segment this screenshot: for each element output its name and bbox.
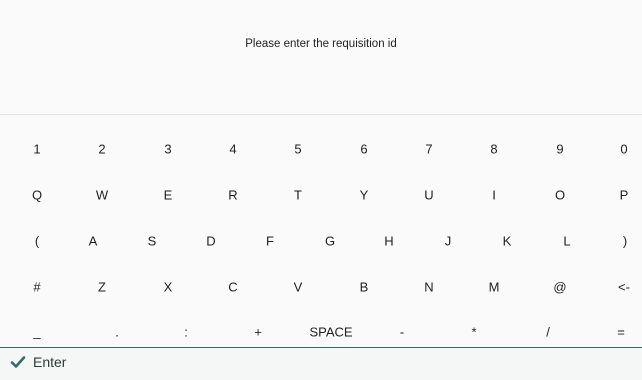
key-s[interactable]: S xyxy=(140,229,165,254)
key-at[interactable]: @ xyxy=(545,275,574,300)
key-2[interactable]: 2 xyxy=(90,137,113,162)
key-e[interactable]: E xyxy=(156,183,181,208)
key-q[interactable]: Q xyxy=(24,183,50,208)
key-x[interactable]: X xyxy=(156,275,181,300)
enter-button[interactable]: Enter xyxy=(10,354,66,370)
key-colon[interactable]: : xyxy=(176,320,196,345)
key-hash[interactable]: # xyxy=(25,275,48,300)
key-w[interactable]: W xyxy=(88,183,116,208)
key-h[interactable]: H xyxy=(376,229,401,254)
key-underscore[interactable]: _ xyxy=(25,320,48,345)
key-close-paren[interactable]: ) xyxy=(615,229,635,254)
key-u[interactable]: U xyxy=(416,183,441,208)
key-backspace[interactable]: <- xyxy=(610,275,638,300)
key-i[interactable]: I xyxy=(484,183,504,208)
key-r[interactable]: R xyxy=(220,183,245,208)
check-icon xyxy=(10,354,26,370)
prompt-text: Please enter the requisition id xyxy=(245,38,397,50)
key-j[interactable]: J xyxy=(437,229,460,254)
key-d[interactable]: D xyxy=(198,229,223,254)
key-3[interactable]: 3 xyxy=(156,137,179,162)
key-y[interactable]: Y xyxy=(352,183,377,208)
key-p[interactable]: P xyxy=(612,183,637,208)
key-a[interactable]: A xyxy=(81,229,106,254)
key-f[interactable]: F xyxy=(258,229,282,254)
key-v[interactable]: V xyxy=(286,275,311,300)
prompt-area: Please enter the requisition id xyxy=(0,0,642,114)
key-o[interactable]: O xyxy=(547,183,573,208)
key-0[interactable]: 0 xyxy=(612,137,635,162)
key-b[interactable]: B xyxy=(352,275,377,300)
key-5[interactable]: 5 xyxy=(286,137,309,162)
key-m[interactable]: M xyxy=(481,275,508,300)
key-space[interactable]: SPACE xyxy=(301,320,360,345)
enter-label: Enter xyxy=(33,354,67,370)
key-z[interactable]: Z xyxy=(90,275,114,300)
key-asterisk[interactable]: * xyxy=(463,320,484,345)
key-equals[interactable]: = xyxy=(609,320,633,345)
key-c[interactable]: C xyxy=(220,275,245,300)
key-minus[interactable]: - xyxy=(392,320,412,345)
key-8[interactable]: 8 xyxy=(482,137,505,162)
key-k[interactable]: K xyxy=(495,229,520,254)
key-t[interactable]: T xyxy=(286,183,310,208)
key-g[interactable]: G xyxy=(317,229,343,254)
key-period[interactable]: . xyxy=(107,320,127,345)
on-screen-keyboard: 1 2 3 4 5 6 7 8 9 0 Q W E R T Y U I O P ( A S D F G H J K L) # Z X C V B N M @… xyxy=(0,115,642,347)
key-slash[interactable]: / xyxy=(538,320,558,345)
key-1[interactable]: 1 xyxy=(25,137,48,162)
key-n[interactable]: N xyxy=(416,275,441,300)
key-7[interactable]: 7 xyxy=(417,137,440,162)
key-l[interactable]: L xyxy=(555,229,578,254)
enter-bar: Enter xyxy=(0,348,642,380)
key-6[interactable]: 6 xyxy=(352,137,375,162)
key-open-paren[interactable]: ( xyxy=(27,229,47,254)
key-9[interactable]: 9 xyxy=(548,137,571,162)
key-plus[interactable]: + xyxy=(246,320,270,345)
key-4[interactable]: 4 xyxy=(221,137,244,162)
